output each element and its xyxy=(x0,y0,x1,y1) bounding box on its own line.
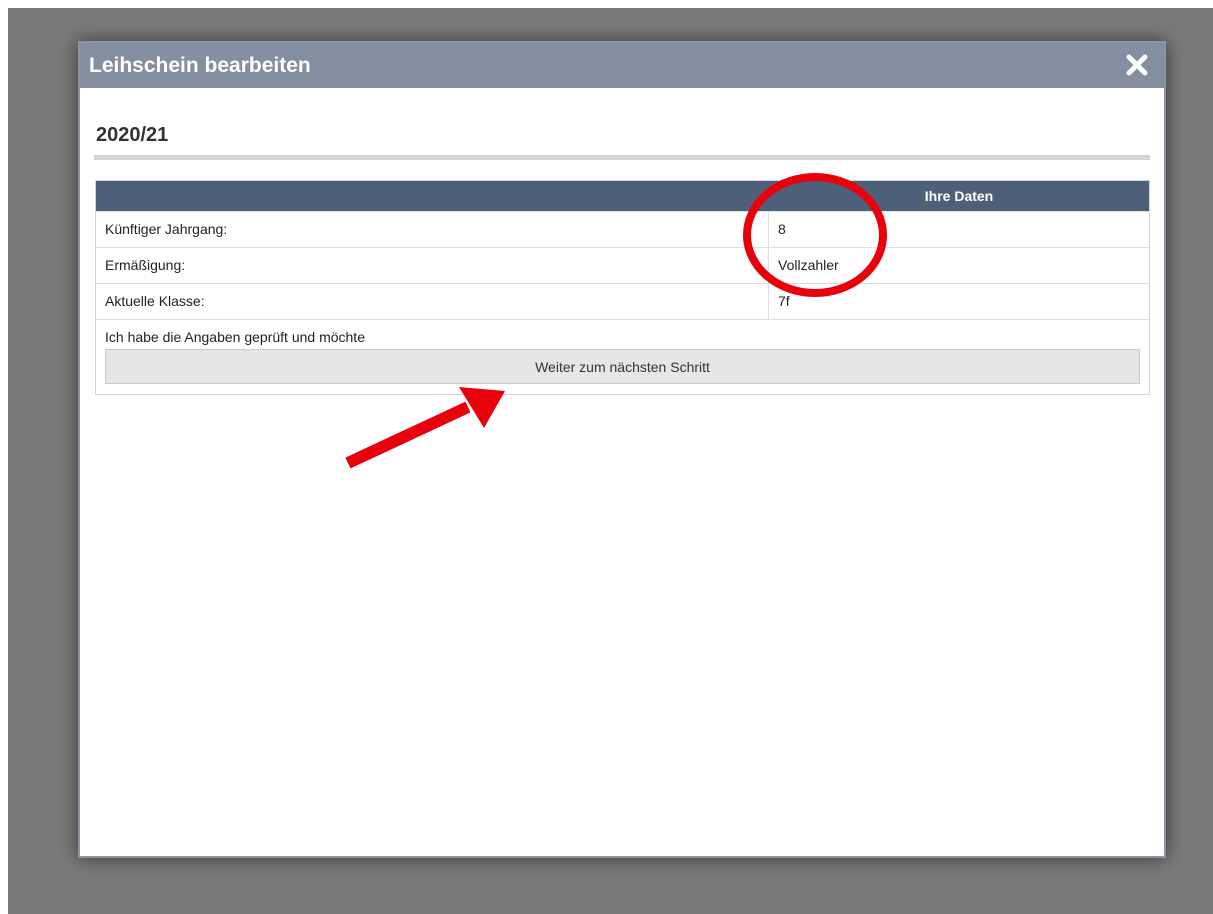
table-row: Aktuelle Klasse: 7f xyxy=(96,283,1149,319)
row-value-discount: Vollzahler xyxy=(778,257,839,273)
dialog-title: Leihschein bearbeiten xyxy=(89,54,311,77)
row-value-future-grade: 8 xyxy=(778,221,786,237)
dialog-titlebar: Leihschein bearbeiten xyxy=(80,43,1164,88)
data-table: Ihre Daten Künftiger Jahrgang: 8 Ermäßig… xyxy=(95,180,1150,395)
row-label-discount: Ermäßigung: xyxy=(105,257,186,273)
table-row: Ermäßigung: Vollzahler xyxy=(96,247,1149,283)
close-icon[interactable] xyxy=(1126,54,1148,76)
next-step-button[interactable]: Weiter zum nächsten Schritt xyxy=(105,349,1140,384)
edit-loan-dialog: Leihschein bearbeiten 2020/21 Ihre Daten… xyxy=(78,41,1166,858)
column-divider xyxy=(768,284,769,319)
confirm-block: Ich habe die Angaben geprüft und möchte … xyxy=(96,319,1149,394)
row-label-current-class: Aktuelle Klasse: xyxy=(105,293,205,309)
table-row: Künftiger Jahrgang: 8 xyxy=(96,211,1149,247)
table-header-your-data: Ihre Daten xyxy=(924,188,994,204)
section-divider xyxy=(94,155,1150,160)
school-year-title: 2020/21 xyxy=(96,124,169,146)
column-divider xyxy=(768,248,769,283)
confirm-text: Ich habe die Angaben geprüft und möchte xyxy=(105,329,365,345)
column-divider xyxy=(768,212,769,247)
table-header: Ihre Daten xyxy=(96,181,1149,211)
row-label-future-grade: Künftiger Jahrgang: xyxy=(105,221,228,237)
row-value-current-class: 7f xyxy=(778,293,790,309)
